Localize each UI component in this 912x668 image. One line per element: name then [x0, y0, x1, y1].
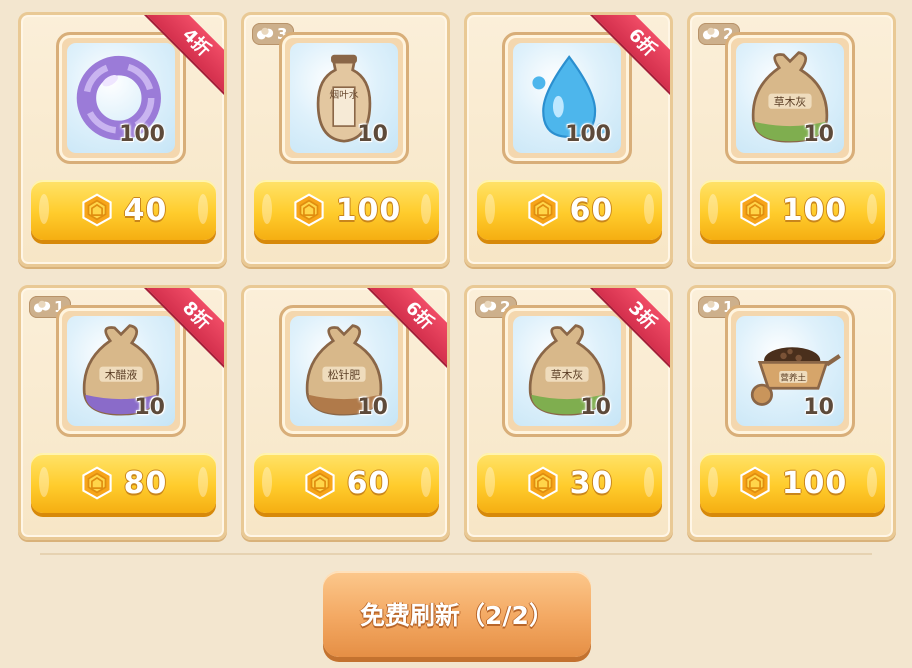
- barrow-label: 营养土: [780, 372, 806, 384]
- discount-ribbon: 4折: [139, 15, 224, 100]
- coin-icon: [81, 193, 112, 227]
- coin-icon: [527, 193, 558, 227]
- coin-icon: [294, 193, 324, 227]
- shop-card-purple-ring[interactable]: 100 4折 40: [18, 12, 227, 267]
- shop-card-tobacco-water[interactable]: 3 烟叶水 10 100: [241, 12, 450, 267]
- limit-icon: [702, 300, 720, 313]
- sack-label: 木醋液: [105, 368, 138, 382]
- item-frame: 草木灰 10: [725, 32, 855, 164]
- shop-card-plant-ash-discount[interactable]: 2 草木灰 10 3折 30: [464, 285, 673, 540]
- buy-button[interactable]: 30: [477, 453, 662, 513]
- discount-ribbon: 6折: [585, 15, 670, 100]
- buy-button[interactable]: 60: [254, 453, 439, 513]
- buy-button[interactable]: 80: [31, 453, 216, 513]
- item-quantity: 10: [357, 395, 388, 420]
- coin-icon: [81, 466, 112, 500]
- item-quantity: 100: [119, 122, 165, 147]
- price-label: 60: [569, 192, 614, 228]
- item-quantity: 10: [803, 395, 834, 420]
- item-quantity: 100: [565, 122, 611, 147]
- shop-grid: 100 4折 40 3 烟叶水 10 100 100 6折 60 2 草木灰 1…: [18, 12, 896, 540]
- item-quantity: 10: [580, 395, 611, 420]
- limit-icon: [479, 300, 497, 313]
- item-frame: 营养土 10: [725, 305, 855, 437]
- item-frame: 烟叶水 10: [279, 32, 409, 164]
- buy-button[interactable]: 60: [477, 180, 662, 240]
- buy-button[interactable]: 100: [254, 180, 439, 240]
- sack-label: 草木灰: [551, 368, 584, 382]
- item-quantity: 10: [357, 122, 388, 147]
- discount-ribbon: 6折: [362, 288, 447, 373]
- discount-ribbon: 8折: [139, 288, 224, 373]
- buy-button[interactable]: 100: [700, 453, 885, 513]
- coin-icon: [527, 466, 558, 500]
- discount-ribbon: 3折: [585, 288, 670, 373]
- price-label: 80: [123, 465, 168, 501]
- bottle-label: 烟叶水: [329, 88, 358, 101]
- shop-card-water-drop[interactable]: 100 6折 60: [464, 12, 673, 267]
- buy-button[interactable]: 100: [700, 180, 885, 240]
- shop-card-nutrient-soil[interactable]: 1 营养土 10 100: [687, 285, 896, 540]
- sack-label: 草木灰: [774, 95, 807, 109]
- shop-card-pine-needle-fertilizer[interactable]: 松针肥 10 6折 60: [241, 285, 450, 540]
- coin-icon: [740, 193, 770, 227]
- limit-icon: [256, 27, 274, 40]
- price-label: 30: [569, 465, 614, 501]
- price-label: 100: [781, 192, 848, 228]
- buy-button[interactable]: 40: [31, 180, 216, 240]
- item-quantity: 10: [803, 122, 834, 147]
- price-label: 100: [335, 192, 402, 228]
- coin-icon: [740, 466, 770, 500]
- price-label: 40: [123, 192, 168, 228]
- free-refresh-button[interactable]: 免费刷新（2/2）: [323, 571, 591, 657]
- price-label: 100: [781, 465, 848, 501]
- limit-icon: [702, 27, 720, 40]
- coin-icon: [304, 466, 335, 500]
- item-quantity: 10: [134, 395, 165, 420]
- price-label: 60: [346, 465, 391, 501]
- sack-label: 松针肥: [328, 368, 361, 382]
- limit-icon: [33, 300, 51, 313]
- shop-card-plant-ash[interactable]: 2 草木灰 10 100: [687, 12, 896, 267]
- divider: [40, 553, 872, 555]
- shop-card-wood-vinegar[interactable]: 1 木醋液 10 8折 80: [18, 285, 227, 540]
